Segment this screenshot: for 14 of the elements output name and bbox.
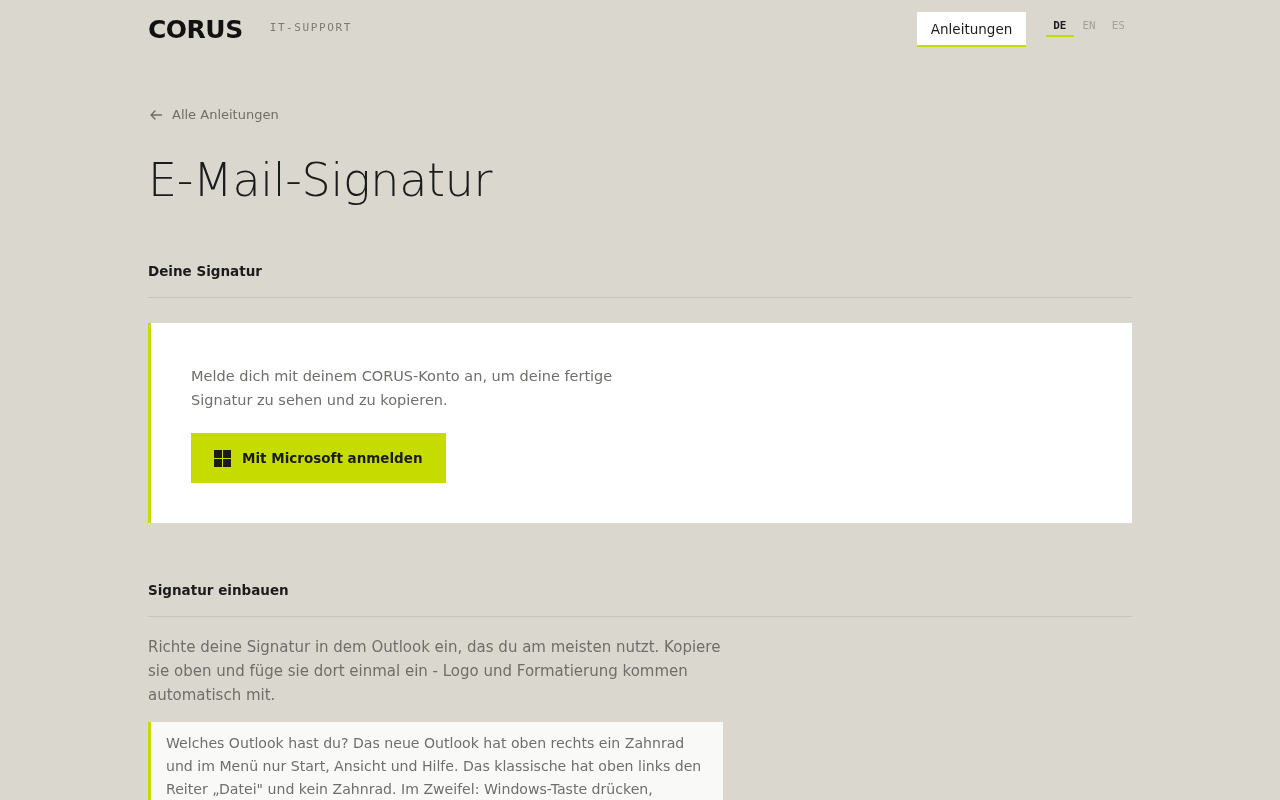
logo[interactable]: CORUS xyxy=(148,17,243,42)
guide-text: Richte deine Signatur in dem Outlook ein, das du am meisten nutzt. Kopiere sie oben und füge sie dort einmal ein - Logo und Formatierung kommen automatisch mit. xyxy=(148,637,722,706)
nav-tab[interactable]: Anleitungen xyxy=(916,12,1027,47)
site-subtitle: IT-SUPPORT xyxy=(269,21,352,34)
page-title: E-Mail-Signatur xyxy=(148,152,494,208)
info-note: Welches Outlook hast du? Das neue Outlook hat oben rechts ein Zahnrad und im Menü nur Start, Ansicht und Hilfe. Das klassische hat oben links den Reiter „Datei" und kein Zahnrad. Im Zweifel: Windows-Taste drücken, xyxy=(148,722,723,800)
arrow-left-icon xyxy=(150,110,162,120)
language-option[interactable]: DE xyxy=(1046,17,1074,37)
windows-logo-icon xyxy=(214,449,231,467)
microsoft-login-button[interactable]: Mit Microsoft anmelden xyxy=(191,433,446,483)
section-heading: Deine Signatur xyxy=(148,261,1132,298)
section-heading: Signatur einbauen xyxy=(148,580,1132,617)
back-link[interactable]: Alle Anleitungen xyxy=(148,105,279,125)
login-text: Melde dich mit deinem CORUS-Konto an, um deine fertige Signatur zu sehen und zu kopieren. xyxy=(191,367,614,410)
